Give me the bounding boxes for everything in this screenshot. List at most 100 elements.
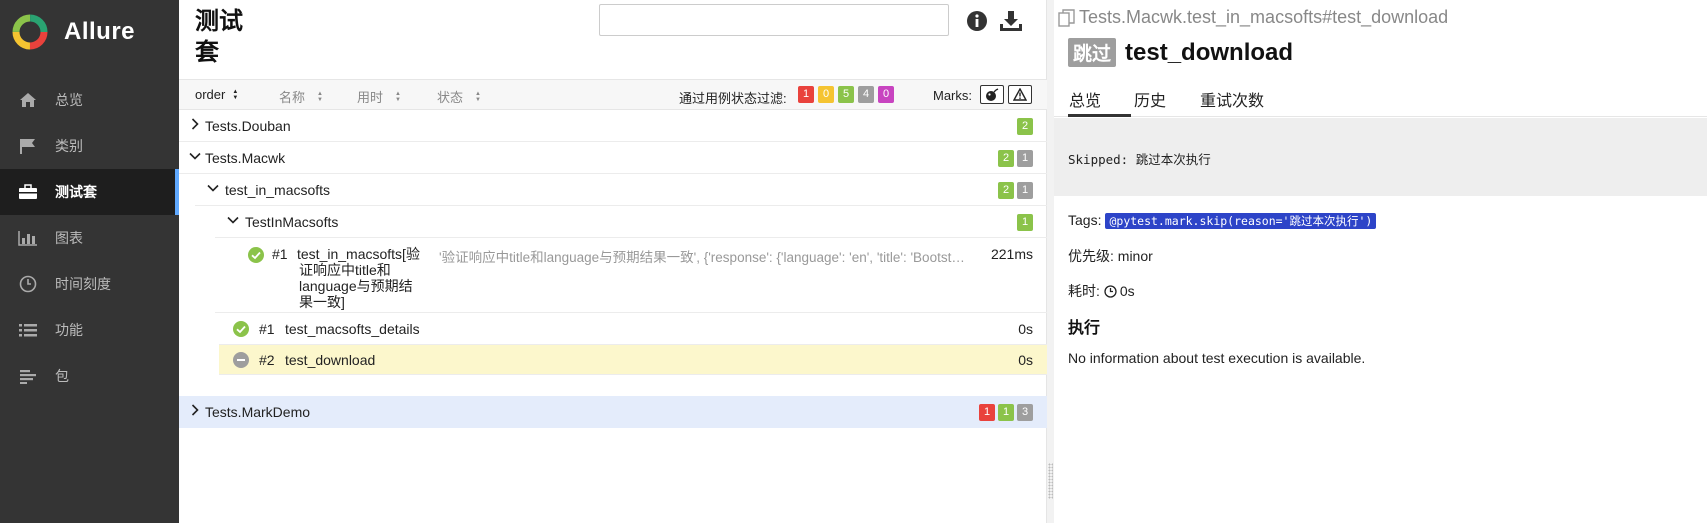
new-failed-mark-button[interactable]	[1008, 85, 1032, 104]
brand[interactable]: Allure	[0, 0, 179, 64]
filter-broken-badge[interactable]: 0	[818, 86, 834, 103]
filter-unknown-badge[interactable]: 0	[878, 86, 894, 103]
test-case-name: test_macsofts_details	[285, 321, 420, 337]
page-title: 测试套	[195, 8, 243, 66]
splitter-grip-icon[interactable]	[1048, 463, 1053, 499]
passed-count-badge: 1	[998, 404, 1014, 421]
copy-icon[interactable]	[1058, 8, 1075, 27]
bar-chart-icon	[18, 228, 38, 248]
tab-overview[interactable]: 总览	[1068, 87, 1131, 117]
group-name: test_in_macsofts	[225, 182, 331, 198]
chevron-right-icon	[191, 404, 199, 419]
sidebar-item-label: 图表	[55, 230, 83, 246]
status-counts: 1	[1017, 214, 1033, 231]
pane-splitter[interactable]	[1047, 0, 1054, 523]
chevron-right-icon	[191, 118, 199, 133]
detail-tabs: 总览 历史 重试次数	[1054, 81, 1707, 117]
sort-duration[interactable]: 用时	[357, 87, 402, 106]
sidebar-item-overview[interactable]: 总览	[0, 77, 179, 123]
sidebar-item-label: 测试套	[55, 184, 97, 200]
package-icon	[18, 366, 38, 386]
breadcrumb: Tests.Macwk.test_in_macsofts#test_downlo…	[1058, 7, 1448, 28]
sidebar-item-timeline[interactable]: 时间刻度	[0, 261, 179, 307]
sidebar-item-packages[interactable]: 包	[0, 353, 179, 399]
sort-arrows-icon	[317, 91, 324, 103]
sidebar-item-categories[interactable]: 类别	[0, 123, 179, 169]
test-name: test_download	[1125, 38, 1294, 66]
test-case-number: #1	[272, 246, 288, 262]
sidebar-item-behaviors[interactable]: 功能	[0, 307, 179, 353]
tree-group-douban[interactable]: Tests.Douban 2	[179, 110, 1047, 142]
test-case-name-line: 果一致]	[299, 294, 345, 310]
status-counts: 2 1	[998, 150, 1033, 167]
test-case-name: test_in_macsofts[验 证响应中title和 language与预…	[297, 246, 427, 310]
test-duration: 0s	[1018, 321, 1033, 337]
group-name: Tests.Douban	[205, 118, 291, 134]
filter-failed-badge[interactable]: 1	[798, 86, 814, 103]
passed-status-icon	[248, 247, 264, 263]
passed-count-badge: 1	[1017, 214, 1033, 231]
info-icon[interactable]	[966, 10, 990, 34]
test-case-name-line: test_in_macsofts[验	[297, 246, 420, 262]
chevron-down-icon	[207, 184, 219, 195]
tree-group-testinmacsofts[interactable]: TestInMacsofts 1	[215, 206, 1047, 238]
passed-count-badge: 2	[998, 182, 1014, 199]
sidebar-item-graphs[interactable]: 图表	[0, 215, 179, 261]
sidebar-item-label: 功能	[55, 322, 83, 338]
sort-arrows-icon	[232, 89, 239, 101]
test-case-row[interactable]: #1 test_macsofts_details 0s	[219, 313, 1047, 345]
tab-history[interactable]: 历史	[1134, 87, 1166, 117]
sort-arrows-icon	[475, 91, 482, 103]
sidebar-nav: 总览 类别 测试套 图表 时间刻度 功能 包	[0, 77, 179, 399]
list-icon	[18, 320, 38, 340]
status-counts: 1 1 3	[979, 404, 1033, 421]
sort-order[interactable]: order	[195, 87, 239, 102]
test-case-number: #1	[259, 321, 275, 337]
filter-passed-badge[interactable]: 5	[838, 86, 854, 103]
flag-icon	[18, 136, 38, 156]
execution-heading: 执行	[1068, 320, 1101, 337]
test-case-row-selected[interactable]: #2 test_download 0s	[219, 345, 1047, 375]
tree-group-macwk[interactable]: Tests.Macwk 2 1	[179, 142, 1047, 174]
sidebar-item-suites[interactable]: 测试套	[0, 169, 179, 215]
status-filter: 1 0 5 4 0	[798, 86, 894, 103]
sidebar-item-label: 包	[55, 368, 69, 384]
status-badge: 跳过	[1068, 38, 1117, 67]
search-input[interactable]	[599, 4, 949, 36]
sort-status[interactable]: 状态	[437, 87, 482, 106]
tab-retries[interactable]: 重试次数	[1200, 87, 1264, 117]
test-title: 跳过 test_download	[1068, 38, 1293, 67]
suites-tree: Tests.Douban 2 Tests.Macwk 2 1 test_in_m…	[179, 110, 1047, 428]
skipped-count-badge: 1	[1017, 182, 1033, 199]
sort-name-label: 名称	[279, 90, 306, 105]
flaky-mark-button[interactable]	[980, 85, 1004, 104]
test-case-row[interactable]: #1 test_in_macsofts[验 证响应中title和 languag…	[215, 238, 1047, 313]
tree-group-test-in-macsofts[interactable]: test_in_macsofts 2 1	[195, 174, 1047, 206]
status-message-box: Skipped: 跳过本次执行	[1054, 118, 1707, 196]
sort-status-label: 状态	[437, 90, 464, 105]
sidebar-item-label: 总览	[55, 92, 83, 108]
duration-label: 耗时:	[1068, 283, 1100, 299]
status-filter-label: 通过用例状态过滤:	[679, 91, 787, 106]
filter-skipped-badge[interactable]: 4	[858, 86, 874, 103]
home-icon	[18, 90, 38, 110]
passed-status-icon	[233, 321, 249, 337]
group-name: Tests.Macwk	[205, 150, 286, 166]
sort-name[interactable]: 名称	[279, 87, 324, 106]
tree-group-markdemo[interactable]: Tests.MarkDemo 1 1 3	[179, 396, 1047, 428]
download-icon[interactable]	[999, 10, 1023, 34]
duration-value: 0s	[1119, 283, 1135, 299]
tags-row: Tags: @pytest.mark.skip(reason='跳过本次执行')	[1068, 212, 1377, 229]
skipped-status-icon	[233, 352, 249, 368]
sort-arrows-icon	[395, 91, 402, 103]
clock-icon	[1104, 284, 1117, 298]
suites-pane: 测试套 order 名称 用时 状态 通过用例状态过滤: 1 0 5 4 0 M…	[179, 0, 1047, 523]
briefcase-icon	[18, 182, 38, 202]
sidebar-item-label: 类别	[55, 138, 83, 154]
sidebar-item-label: 时间刻度	[55, 276, 111, 292]
status-message: Skipped: 跳过本次执行	[1068, 152, 1211, 167]
clock-icon	[18, 274, 38, 294]
tag-badge[interactable]: @pytest.mark.skip(reason='跳过本次执行')	[1105, 213, 1377, 229]
sidebar: Allure 总览 类别 测试套 图表 时间刻度 功能 包	[0, 0, 179, 523]
priority-text: 优先级: minor	[1068, 248, 1153, 264]
